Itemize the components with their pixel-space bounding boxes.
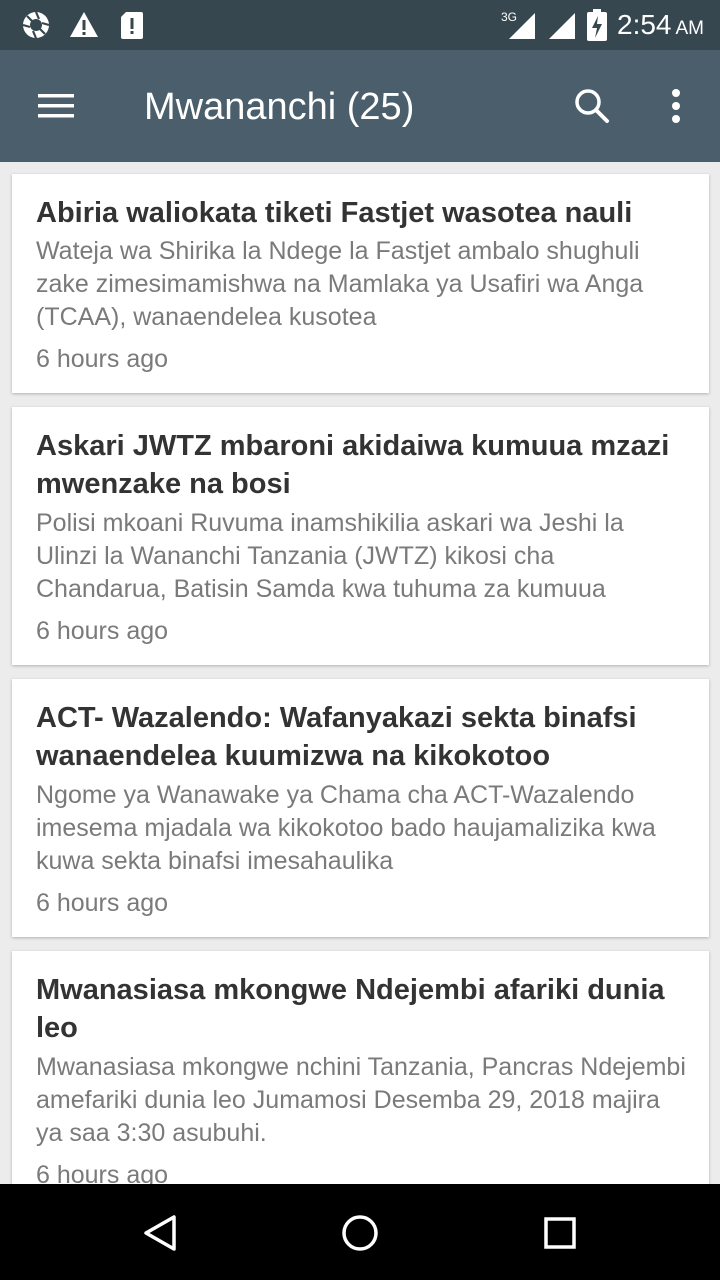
article-time: 6 hours ago: [36, 1161, 169, 1184]
camera-aperture-icon: [22, 11, 50, 39]
app-bar: Mwananchi (25): [0, 50, 720, 162]
status-bar: 3G 2:54 AM: [0, 0, 720, 50]
article-excerpt: Ngome ya Wanawake ya Chama cha ACT-Wazal…: [36, 781, 656, 875]
search-icon: [575, 89, 609, 123]
back-icon: [144, 1215, 176, 1251]
clock: 2:54 AM: [617, 9, 704, 41]
article-headline: ACT- Wazalendo: Wafanyakazi sekta binafs…: [36, 702, 637, 772]
hamburger-menu-icon: [38, 94, 74, 118]
article-headline: Askari JWTZ mbaroni akidaiwa kumuua mzaz…: [36, 430, 670, 500]
battery-charging-icon: [587, 9, 607, 41]
notification-icons: [20, 9, 148, 41]
warning-icon: [70, 12, 98, 37]
wifi-signal-icon: [549, 13, 575, 39]
app-title: Mwananchi (25): [144, 86, 415, 128]
article-feed[interactable]: Abiria waliokata tiketi Fastjet wasotea …: [0, 162, 720, 1184]
search-button[interactable]: [566, 80, 618, 132]
recents-button[interactable]: [535, 1208, 585, 1258]
overflow-menu-button[interactable]: [650, 80, 702, 132]
clock-time: 2:54: [617, 9, 672, 40]
article-headline: Abiria waliokata tiketi Fastjet wasotea …: [36, 197, 633, 229]
article-card[interactable]: Mwanasiasa mkongwe Ndejembi afariki duni…: [12, 951, 709, 1184]
article-time: 6 hours ago: [36, 345, 169, 373]
article-excerpt: Wateja wa Shirika la Ndege la Fastjet am…: [36, 237, 644, 331]
recents-icon: [544, 1217, 576, 1249]
article-time: 6 hours ago: [36, 617, 169, 645]
mobile-signal-icon: 3G: [501, 10, 535, 39]
article-card[interactable]: ACT- Wazalendo: Wafanyakazi sekta binafs…: [12, 679, 709, 937]
article-excerpt: Mwanasiasa mkongwe nchini Tanzania, Panc…: [36, 1053, 686, 1147]
network-type-label: 3G: [501, 10, 517, 24]
system-nav-bar: [0, 1184, 720, 1280]
article-excerpt: Polisi mkoani Ruvuma inamshikilia askari…: [36, 509, 624, 603]
sd-card-alert-icon: [121, 12, 143, 39]
clock-ampm: AM: [675, 18, 705, 39]
article-headline: Mwanasiasa mkongwe Ndejembi afariki duni…: [36, 974, 665, 1044]
back-button[interactable]: [135, 1208, 185, 1258]
article-time: 6 hours ago: [36, 889, 169, 917]
article-card[interactable]: Askari JWTZ mbaroni akidaiwa kumuua mzaz…: [12, 407, 709, 665]
menu-button[interactable]: [26, 80, 86, 132]
article-card[interactable]: Abiria waliokata tiketi Fastjet wasotea …: [12, 174, 709, 393]
home-icon: [342, 1215, 378, 1251]
home-button[interactable]: [335, 1208, 385, 1258]
more-vert-icon: [672, 89, 680, 123]
status-right: 3G 2:54 AM: [501, 6, 704, 44]
